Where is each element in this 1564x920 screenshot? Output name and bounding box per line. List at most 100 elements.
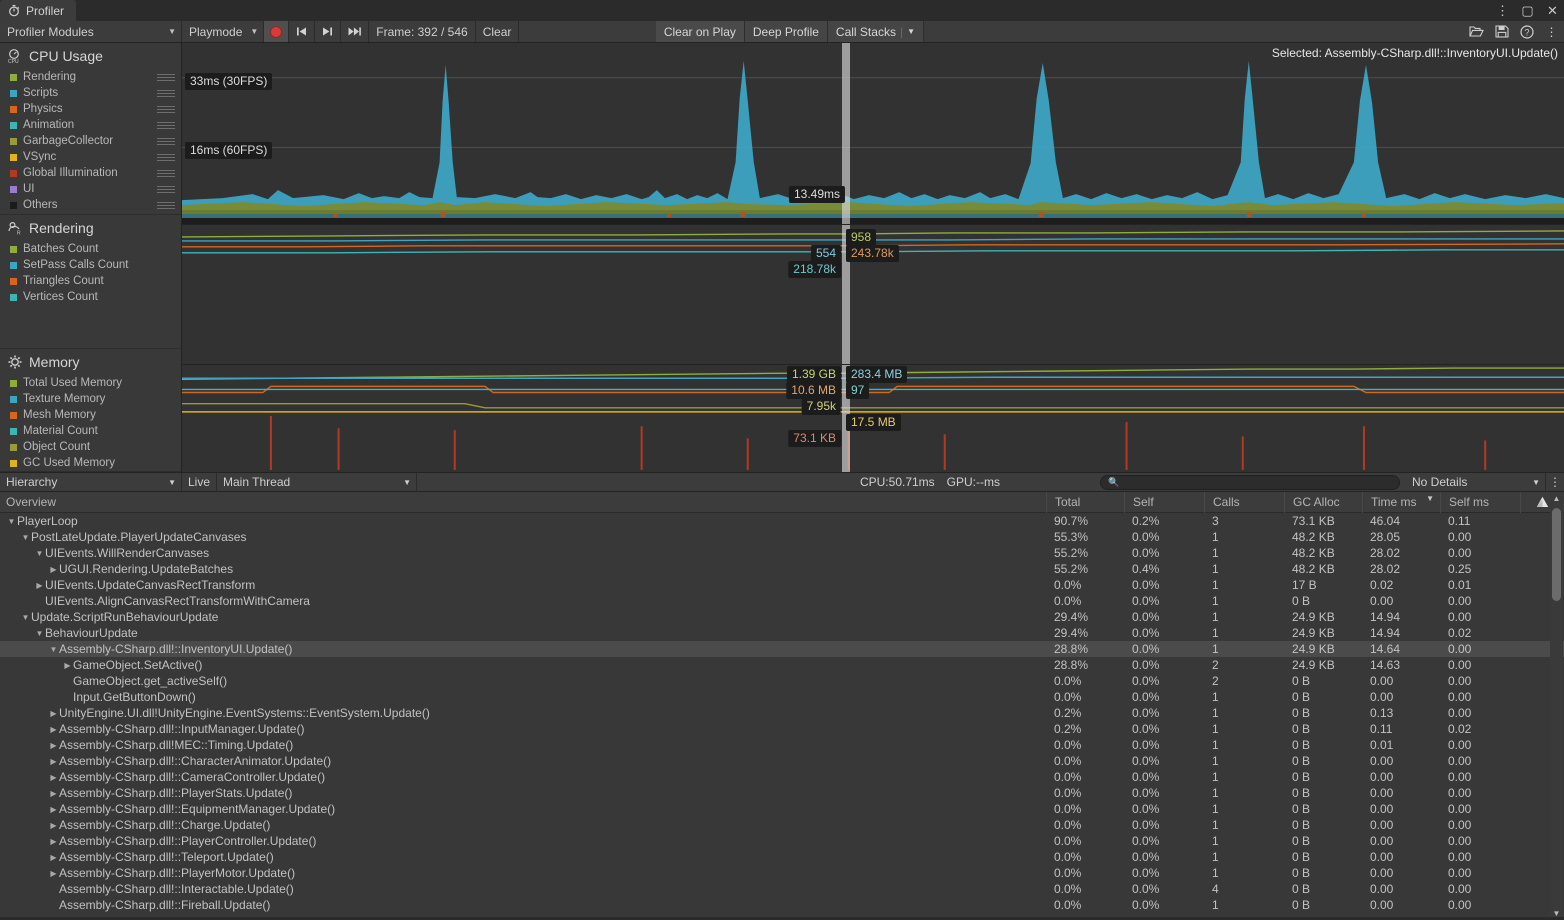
hierarchy-options-button[interactable]: ⋮ xyxy=(1546,473,1564,491)
collapse-triangle-icon[interactable]: ▼ xyxy=(48,645,59,654)
expand-triangle-icon[interactable]: ▶ xyxy=(48,805,59,814)
table-row[interactable]: ▶ Assembly-CSharp.dll!::InputManager.Upda… xyxy=(0,721,1564,737)
collapse-triangle-icon[interactable]: ▼ xyxy=(20,533,31,542)
thread-dropdown[interactable]: Main Thread ▼ xyxy=(217,473,418,491)
expand-triangle-icon[interactable]: ▶ xyxy=(62,661,73,670)
profiler-options-button[interactable]: ⋮ xyxy=(1539,21,1564,42)
module-memory-header[interactable]: Memory xyxy=(0,349,181,375)
table-row[interactable]: ▶ Assembly-CSharp.dll!::EquipmentManager.… xyxy=(0,801,1564,817)
first-frame-button[interactable] xyxy=(289,21,316,42)
legend-item-gc-used-memory[interactable]: GC Used Memory xyxy=(0,455,181,471)
record-button[interactable] xyxy=(264,21,290,42)
table-row[interactable]: ▶ Assembly-CSharp.dll!::CameraController.… xyxy=(0,769,1564,785)
table-row[interactable]: ▼ PlayerLoop 90.7% 0.2% 3 73.1 KB 46.04 0.11 xyxy=(0,513,1564,529)
scroll-up-icon[interactable]: ▲ xyxy=(1550,492,1563,505)
expand-triangle-icon[interactable]: ▶ xyxy=(48,725,59,734)
legend-item-texture-memory[interactable]: Texture Memory xyxy=(0,391,181,407)
legend-item-physics[interactable]: Physics xyxy=(0,101,181,117)
column-header-gc-alloc[interactable]: GC Alloc xyxy=(1284,492,1362,513)
profiler-modules-dropdown[interactable]: Profiler Modules ▼ xyxy=(0,21,182,42)
column-header-calls[interactable]: Calls xyxy=(1204,492,1284,513)
clear-button[interactable]: Clear xyxy=(476,21,520,42)
expand-triangle-icon[interactable]: ▶ xyxy=(48,853,59,862)
search-box[interactable]: 🔍 xyxy=(1100,474,1400,490)
table-row[interactable]: ▶ UGUI.Rendering.UpdateBatches 55.2% 0.4% 1 4… xyxy=(0,561,1564,577)
drag-handle-icon[interactable] xyxy=(157,121,175,129)
table-row[interactable]: ▼ BehaviourUpdate 29.4% 0.0% 1 24.9 KB 14.94 0.… xyxy=(0,625,1564,641)
drag-handle-icon[interactable] xyxy=(157,185,175,193)
expand-triangle-icon[interactable]: ▶ xyxy=(48,565,59,574)
help-button[interactable]: ? xyxy=(1514,21,1539,42)
table-row[interactable]: UIEvents.AlignCanvasRectTransformWithCam… xyxy=(0,593,1564,609)
table-body[interactable]: ▼ PlayerLoop 90.7% 0.2% 3 73.1 KB 46.04 0.11 ▼ Po… xyxy=(0,513,1564,920)
expand-triangle-icon[interactable]: ▶ xyxy=(48,709,59,718)
table-row[interactable]: GameObject.get_activeSelf() 0.0% 0.0% 2 0 B 0… xyxy=(0,673,1564,689)
scrollbar-thumb[interactable] xyxy=(1552,508,1561,601)
legend-item-material-count[interactable]: Material Count xyxy=(0,423,181,439)
cpu-usage-graph[interactable]: Selected: Assembly-CSharp.dll!::Inventor… xyxy=(182,43,1564,225)
table-row[interactable]: ▶ GameObject.SetActive() 28.8% 0.0% 2 24.9 KB… xyxy=(0,657,1564,673)
module-memory[interactable]: Memory Total Used Memory Texture Memory … xyxy=(0,349,181,472)
column-header-self-ms[interactable]: Self ms xyxy=(1440,492,1520,513)
legend-item-total-used-memory[interactable]: Total Used Memory xyxy=(0,375,181,391)
column-header-time-ms[interactable]: Time ms ▼ xyxy=(1362,492,1440,513)
drag-handle-icon[interactable] xyxy=(157,169,175,177)
table-row[interactable]: ▶ Assembly-CSharp.dll!::PlayerStats.Updat… xyxy=(0,785,1564,801)
table-row[interactable]: ▶ UIEvents.UpdateCanvasRectTransform 0.0% 0… xyxy=(0,577,1564,593)
table-row[interactable]: ▶ Assembly-CSharp.dll!::Teleport.Update()… xyxy=(0,849,1564,865)
legend-item-batches-count[interactable]: Batches Count xyxy=(0,241,181,257)
table-row[interactable]: ▼ Update.ScriptRunBehaviourUpdate 29.4% 0.0… xyxy=(0,609,1564,625)
legend-item-garbagecollector[interactable]: GarbageCollector xyxy=(0,133,181,149)
window-menu-icon[interactable]: ⋮ xyxy=(1495,3,1510,18)
legend-item-object-count[interactable]: Object Count xyxy=(0,439,181,455)
drag-handle-icon[interactable] xyxy=(157,105,175,113)
table-scrollbar[interactable]: ▲ ▼ xyxy=(1550,492,1563,920)
expand-triangle-icon[interactable]: ▶ xyxy=(48,741,59,750)
load-profile-button[interactable] xyxy=(1464,21,1489,42)
drag-handle-icon[interactable] xyxy=(157,153,175,161)
table-row[interactable]: Assembly-CSharp.dll!::Interactable.Updat… xyxy=(0,881,1564,897)
collapse-triangle-icon[interactable]: ▼ xyxy=(6,517,17,526)
table-row[interactable]: ▼ UIEvents.WillRenderCanvases 55.2% 0.0% 1 48… xyxy=(0,545,1564,561)
legend-item-mesh-memory[interactable]: Mesh Memory xyxy=(0,407,181,423)
next-frame-button[interactable] xyxy=(315,21,342,42)
playmode-dropdown[interactable]: Playmode ▼ xyxy=(182,21,265,42)
expand-triangle-icon[interactable]: ▶ xyxy=(48,757,59,766)
profiler-tab[interactable]: Profiler xyxy=(0,0,77,21)
table-row[interactable]: ▶ Assembly-CSharp.dll!::PlayerController.… xyxy=(0,833,1564,849)
column-header-self[interactable]: Self xyxy=(1124,492,1204,513)
collapse-triangle-icon[interactable]: ▼ xyxy=(20,613,31,622)
expand-triangle-icon[interactable]: ▶ xyxy=(48,789,59,798)
expand-triangle-icon[interactable]: ▶ xyxy=(48,869,59,878)
expand-triangle-icon[interactable]: ▶ xyxy=(34,581,45,590)
legend-item-scripts[interactable]: Scripts xyxy=(0,85,181,101)
deep-profile-toggle[interactable]: Deep Profile xyxy=(744,21,828,42)
memory-graph[interactable]: 1.39 GB 283.4 MB 10.6 MB 97 7.95k 17.5 M… xyxy=(182,365,1564,472)
table-row[interactable]: ▶ Assembly-CSharp.dll!MEC::Timing.Update(… xyxy=(0,737,1564,753)
drag-handle-icon[interactable] xyxy=(157,201,175,209)
legend-item-rendering[interactable]: Rendering xyxy=(0,69,181,85)
column-header-overview[interactable]: Overview xyxy=(0,492,1046,513)
clear-on-play-toggle[interactable]: Clear on Play xyxy=(655,21,745,42)
table-row[interactable]: ▼ Assembly-CSharp.dll!::InventoryUI.Updat… xyxy=(0,641,1564,657)
table-row[interactable]: ▼ PostLateUpdate.PlayerUpdateCanvases 55.3… xyxy=(0,529,1564,545)
hierarchy-view-dropdown[interactable]: Hierarchy ▼ xyxy=(0,473,182,491)
rendering-graph[interactable]: 958 554 243.78k 218.78k xyxy=(182,225,1564,365)
expand-triangle-icon[interactable]: ▶ xyxy=(48,773,59,782)
legend-item-others[interactable]: Others xyxy=(0,197,181,213)
collapse-triangle-icon[interactable]: ▼ xyxy=(34,629,45,638)
table-row[interactable]: ▶ Assembly-CSharp.dll!::PlayerMotor.Updat… xyxy=(0,865,1564,881)
legend-item-global-illumination[interactable]: Global Illumination xyxy=(0,165,181,181)
module-cpu-usage[interactable]: CPU CPU Usage Rendering Scripts Physics … xyxy=(0,43,181,216)
table-row[interactable]: Assembly-CSharp.dll!::Fireball.Update() 0… xyxy=(0,897,1564,913)
legend-item-vertices-count[interactable]: Vertices Count xyxy=(0,289,181,305)
collapse-triangle-icon[interactable]: ▼ xyxy=(34,549,45,558)
legend-item-triangles-count[interactable]: Triangles Count xyxy=(0,273,181,289)
drag-handle-icon[interactable] xyxy=(157,89,175,97)
last-frame-button[interactable] xyxy=(341,21,370,42)
legend-item-vsync[interactable]: VSync xyxy=(0,149,181,165)
call-stacks-dropdown[interactable]: Call Stacks | ▼ xyxy=(827,21,924,42)
module-cpu-usage-header[interactable]: CPU CPU Usage xyxy=(0,43,181,69)
expand-triangle-icon[interactable]: ▶ xyxy=(48,821,59,830)
table-row[interactable]: ▶ Assembly-CSharp.dll!::CharacterAnimator… xyxy=(0,753,1564,769)
